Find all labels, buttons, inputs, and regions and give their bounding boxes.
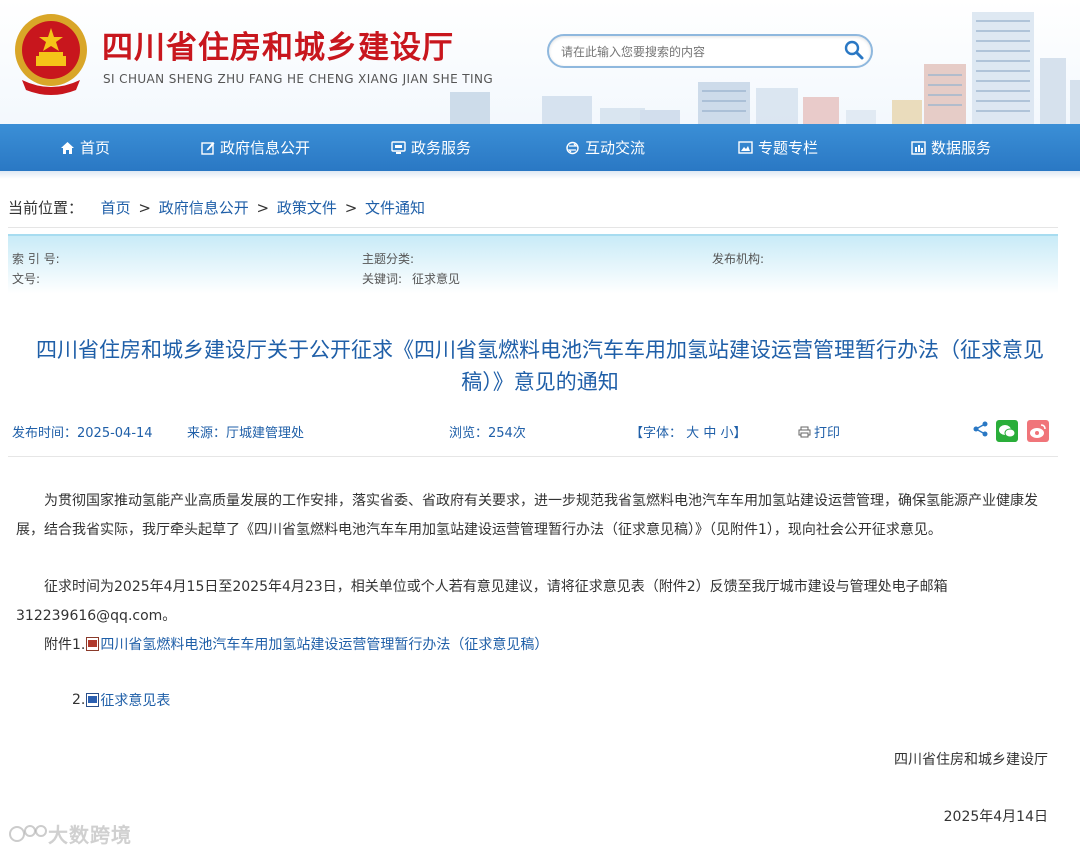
edit-icon bbox=[201, 141, 215, 155]
site-title: 四川省住房和城乡建设厅 bbox=[102, 30, 454, 66]
nav-label: 政务服务 bbox=[411, 139, 472, 157]
search-box bbox=[547, 34, 873, 68]
pdf-file-icon bbox=[86, 637, 100, 651]
views: 浏览：254次 bbox=[449, 422, 526, 441]
home-icon bbox=[61, 141, 74, 154]
breadcrumb-notices[interactable]: 文件通知 bbox=[365, 199, 425, 217]
views-label: 浏览： bbox=[449, 426, 489, 441]
breadcrumb-home[interactable]: 首页 bbox=[101, 199, 131, 217]
nav-label: 互动交流 bbox=[585, 139, 646, 157]
breadcrumb-gov-info[interactable]: 政府信息公开 bbox=[159, 199, 249, 217]
search-input[interactable] bbox=[561, 42, 831, 62]
exchange-icon bbox=[566, 141, 579, 154]
service-icon bbox=[391, 141, 406, 154]
watermark-text: 大数跨境 bbox=[48, 823, 132, 847]
share-icon[interactable] bbox=[972, 420, 990, 442]
publish-date-value: 2025-04-14 bbox=[77, 426, 153, 441]
image-icon bbox=[738, 141, 753, 154]
print-label: 打印 bbox=[814, 426, 841, 441]
breadcrumb-prefix: 当前位置： bbox=[8, 199, 84, 217]
category-label: 主题分类: bbox=[362, 252, 415, 266]
article-info-row: 发布时间：2025-04-14 来源：厅城建管理处 浏览：254次 【字体： 大… bbox=[8, 418, 1058, 446]
wechat-icon[interactable] bbox=[996, 420, 1018, 446]
breadcrumb: 当前位置： 首页 > 政府信息公开 > 政策文件 > 文件通知 bbox=[8, 197, 425, 218]
attachment-prefix: 2. bbox=[72, 692, 86, 708]
breadcrumb-separator: > bbox=[256, 199, 270, 217]
breadcrumb-separator: > bbox=[344, 199, 358, 217]
printer-icon bbox=[798, 426, 811, 437]
main-nav: 首页 政府信息公开 政务服务 互动交流 专题专栏 数据服务 bbox=[0, 124, 1080, 171]
font-size-large[interactable]: 大 bbox=[686, 426, 699, 441]
views-value: 254次 bbox=[488, 426, 526, 441]
data-icon bbox=[911, 140, 926, 155]
keywords-value: 征求意见 bbox=[412, 272, 461, 286]
nav-item-data-service[interactable]: 数据服务 bbox=[911, 124, 991, 171]
nav-shadow bbox=[0, 171, 1080, 179]
attachment-1-link[interactable]: 四川省氢燃料电池汽车车用加氢站建设运营管理暂行办法（征求意见稿） bbox=[100, 634, 548, 654]
divider bbox=[8, 456, 1058, 457]
font-size-medium[interactable]: 中 bbox=[703, 426, 716, 441]
search-icon[interactable] bbox=[843, 39, 865, 61]
watermark-logo-icon bbox=[9, 824, 47, 842]
doc-number-label: 文号: bbox=[12, 272, 41, 286]
nav-label: 数据服务 bbox=[931, 139, 992, 157]
site-title-pinyin: SI CHUAN SHENG ZHU FANG HE CHENG XIANG J… bbox=[103, 72, 494, 86]
issuer-label: 发布机构: bbox=[712, 252, 765, 266]
nav-item-interaction[interactable]: 互动交流 bbox=[565, 124, 645, 171]
nav-item-home[interactable]: 首页 bbox=[60, 124, 110, 171]
keywords-label: 关键词: bbox=[362, 272, 403, 286]
signature-issuer: 四川省住房和城乡建设厅 bbox=[894, 752, 1048, 768]
nav-label: 政府信息公开 bbox=[220, 139, 311, 157]
article-paragraph: 为贯彻国家推动氢能产业高质量发展的工作安排，落实省委、省政府有关要求，进一步规范… bbox=[16, 493, 1038, 538]
watermark: 大数跨境 bbox=[8, 819, 132, 848]
breadcrumb-policy-docs[interactable]: 政策文件 bbox=[277, 199, 337, 217]
weibo-icon[interactable] bbox=[1027, 420, 1049, 446]
attachment-2: 2. 征求意见表 bbox=[72, 690, 170, 710]
source: 来源：厅城建管理处 bbox=[187, 422, 304, 441]
nav-label: 专题专栏 bbox=[758, 139, 819, 157]
attachment-2-link[interactable]: 征求意见表 bbox=[100, 690, 170, 710]
attachment-prefix: 附件1. bbox=[44, 637, 86, 653]
national-emblem-logo bbox=[15, 14, 87, 95]
font-size-controls: 【字体： 大 中 小】 bbox=[630, 422, 746, 441]
nav-label: 首页 bbox=[80, 139, 111, 157]
font-size-label: 【字体： bbox=[630, 426, 683, 441]
source-value: 厅城建管理处 bbox=[226, 426, 305, 441]
font-size-small[interactable]: 小】 bbox=[720, 426, 746, 441]
divider bbox=[8, 227, 1058, 228]
nav-item-gov-service[interactable]: 政务服务 bbox=[391, 124, 471, 171]
index-number-label: 索 引 号: bbox=[12, 252, 60, 266]
publish-date-label: 发布时间： bbox=[12, 426, 78, 441]
print-button[interactable]: 打印 bbox=[798, 422, 840, 441]
article-title: 四川省住房和城乡建设厅关于公开征求《四川省氢燃料电池汽车车用加氢站建设运营管理暂… bbox=[36, 338, 1044, 394]
article-paragraph: 征求时间为2025年4月15日至2025年4月23日，相关单位或个人若有意见建议… bbox=[16, 579, 948, 624]
word-file-icon bbox=[86, 693, 100, 707]
site-header: 四川省住房和城乡建设厅 SI CHUAN SHENG ZHU FANG HE C… bbox=[0, 0, 1080, 124]
source-label: 来源： bbox=[187, 426, 227, 441]
nav-item-gov-info[interactable]: 政府信息公开 bbox=[201, 124, 310, 171]
nav-item-special[interactable]: 专题专栏 bbox=[738, 124, 818, 171]
attachment-1: 附件1. 四川省氢燃料电池汽车车用加氢站建设运营管理暂行办法（征求意见稿） bbox=[44, 634, 548, 654]
publish-date: 发布时间：2025-04-14 bbox=[12, 422, 153, 441]
breadcrumb-separator: > bbox=[138, 199, 151, 217]
document-meta-box: 索 引 号: 主题分类: 发布机构: 文号: 关键词: 征求意见 bbox=[8, 234, 1058, 294]
signature-date: 2025年4月14日 bbox=[943, 809, 1048, 825]
